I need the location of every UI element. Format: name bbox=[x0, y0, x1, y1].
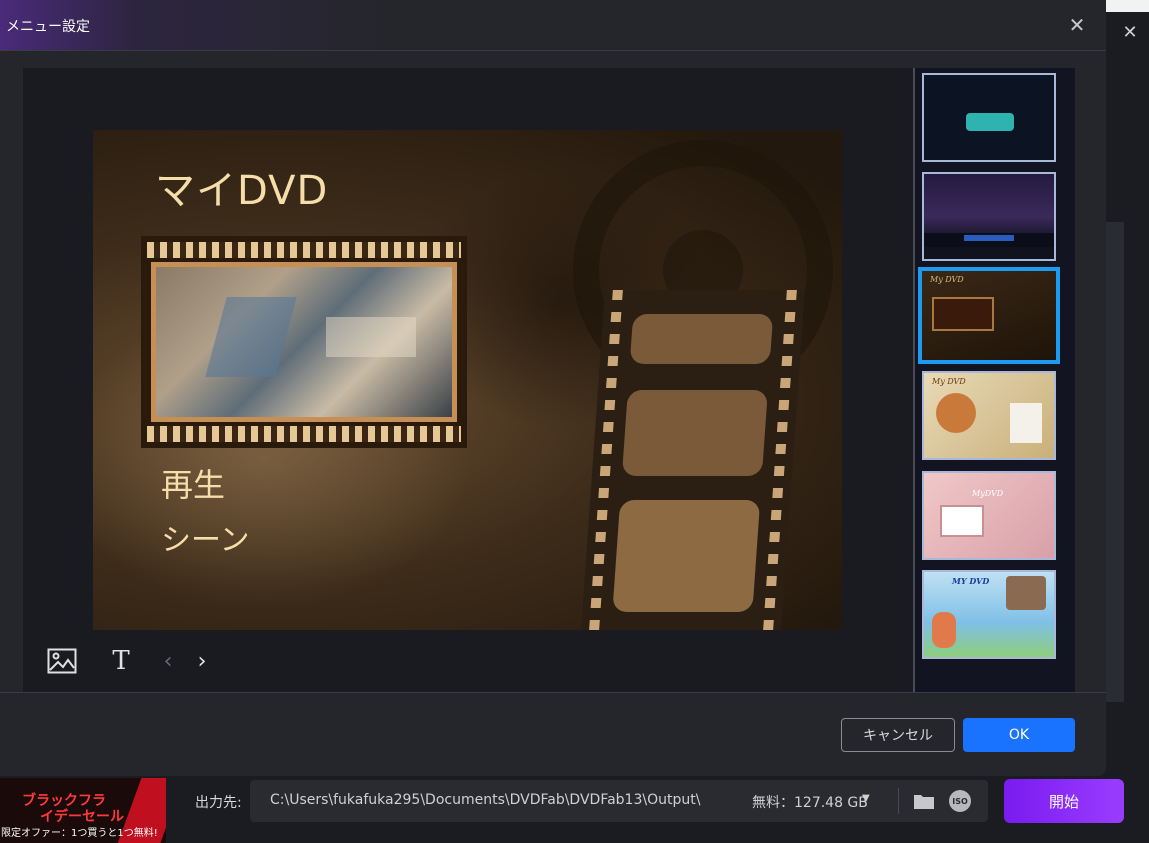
promo-offer-text: 限定オファー：1つ買うと1つ無料! bbox=[1, 828, 158, 839]
menu-title[interactable]: マイDVD bbox=[155, 158, 328, 216]
template-thumb-3-selected[interactable]: My DVD bbox=[918, 267, 1060, 364]
output-divider bbox=[898, 788, 899, 814]
chevron-right-icon[interactable]: › bbox=[192, 646, 212, 676]
dialog-divider bbox=[0, 692, 1106, 693]
close-icon[interactable]: ✕ bbox=[1064, 12, 1090, 38]
black-friday-promo-banner[interactable]: ブラックフラ イデーセール 限定オファー：1つ買うと1つ無料! bbox=[0, 778, 166, 843]
menu-thumbnail-image bbox=[151, 262, 457, 422]
template-thumb-4[interactable]: My DVD bbox=[922, 371, 1056, 460]
cancel-button[interactable]: キャンセル bbox=[841, 718, 955, 752]
dvd-menu-preview: マイDVD 再生 シーン bbox=[93, 130, 842, 630]
output-label: 出力先: bbox=[195, 795, 242, 811]
menu-item-scene[interactable]: シーン bbox=[161, 515, 250, 559]
menu-thumbnail-frame[interactable] bbox=[141, 236, 467, 448]
template-thumb-1[interactable] bbox=[922, 73, 1056, 162]
app-close-icon[interactable]: ✕ bbox=[1120, 22, 1140, 44]
promo-title-line2: イデーセール bbox=[40, 809, 124, 825]
filmstrip-decoration bbox=[581, 290, 805, 630]
app-scrollbar[interactable] bbox=[1106, 222, 1124, 702]
text-icon[interactable]: T bbox=[108, 646, 134, 676]
template-thumb-5[interactable]: MyDVD bbox=[922, 471, 1056, 560]
dialog-title: メニュー設定 bbox=[6, 19, 90, 35]
folder-icon[interactable] bbox=[913, 792, 935, 810]
dialog-header: メニュー設定 ✕ bbox=[0, 0, 1106, 51]
menu-settings-dialog: メニュー設定 ✕ マイDVD 再生 シーン T ‹ › My DVD My DV… bbox=[0, 0, 1106, 776]
chevron-left-icon[interactable]: ‹ bbox=[158, 646, 178, 676]
template-thumb-6[interactable]: MY DVD bbox=[922, 570, 1056, 659]
ok-button[interactable]: OK bbox=[963, 718, 1075, 752]
chevron-down-icon[interactable]: ▼ bbox=[862, 793, 870, 804]
image-icon[interactable] bbox=[46, 646, 78, 676]
app-title-strip bbox=[1105, 0, 1149, 12]
start-button[interactable]: 開始 bbox=[1004, 779, 1124, 823]
template-list[interactable]: My DVD My DVD MyDVD MY DVD bbox=[913, 68, 1075, 692]
iso-icon[interactable]: ISO bbox=[949, 790, 971, 812]
free-space-text: 無料：127.48 GB bbox=[752, 795, 868, 811]
menu-item-play[interactable]: 再生 bbox=[161, 460, 225, 506]
output-path-text[interactable]: C:\Users\fukafuka295\Documents\DVDFab\DV… bbox=[270, 792, 700, 808]
template-thumb-2[interactable] bbox=[922, 172, 1056, 261]
